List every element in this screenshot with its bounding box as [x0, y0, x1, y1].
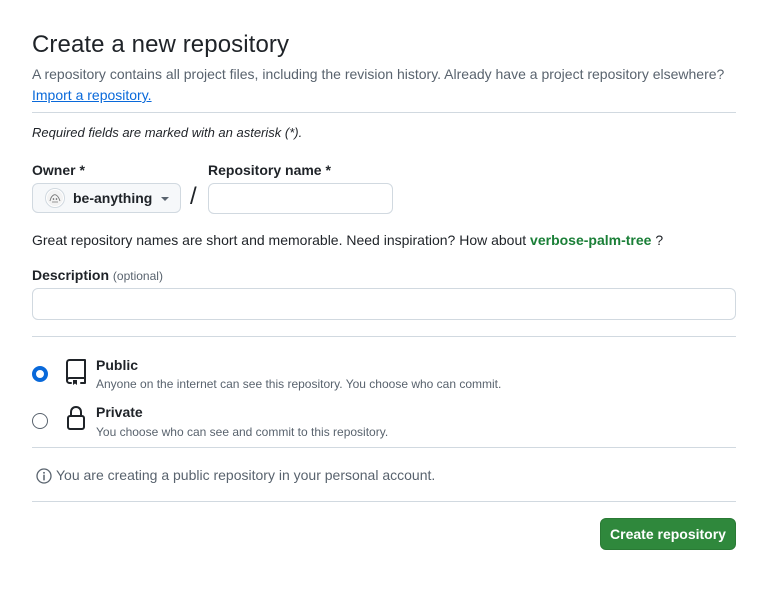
divider	[32, 112, 736, 113]
import-repository-link[interactable]: Import a repository.	[32, 87, 152, 103]
hint-text: Great repository names are short and mem…	[32, 232, 527, 248]
name-suggestion-link[interactable]: verbose-palm-tree	[530, 232, 651, 248]
divider	[32, 336, 736, 337]
avatar	[45, 188, 65, 208]
create-repository-button[interactable]: Create repository	[600, 518, 736, 550]
divider	[32, 447, 736, 448]
info-icon	[36, 468, 52, 484]
owner-name: be-anything	[73, 190, 153, 206]
description-label: Description (optional)	[32, 267, 163, 283]
private-option-description: You choose who can see and commit to thi…	[96, 425, 389, 439]
divider	[32, 501, 736, 502]
private-option-title: Private	[96, 404, 143, 420]
required-fields-note: Required fields are marked with an aster…	[32, 125, 303, 140]
owner-select-button[interactable]: be-anything	[32, 183, 181, 213]
chevron-down-icon	[161, 197, 169, 201]
owner-repo-separator: /	[190, 183, 197, 210]
repo-icon	[64, 359, 88, 385]
page-title: Create a new repository	[32, 31, 290, 58]
repository-name-input[interactable]	[208, 183, 393, 214]
public-option-description: Anyone on the internet can see this repo…	[96, 377, 502, 391]
hint-suffix: ?	[655, 232, 664, 248]
lock-icon	[66, 405, 86, 431]
create-repository-page: Create a new repository A repository con…	[0, 0, 773, 598]
repository-name-label: Repository name *	[208, 162, 331, 178]
private-radio[interactable]	[32, 413, 48, 429]
optional-tag: (optional)	[112, 269, 163, 283]
owner-label: Owner *	[32, 162, 85, 178]
description-input[interactable]	[32, 288, 736, 320]
visibility-info-message: You are creating a public repository in …	[56, 467, 436, 483]
public-option-title: Public	[96, 357, 139, 373]
public-radio[interactable]	[32, 366, 48, 382]
description-label-text: Description	[32, 267, 110, 283]
page-subtitle: A repository contains all project files,…	[32, 66, 725, 82]
repository-name-hint: Great repository names are short and mem…	[32, 232, 663, 248]
